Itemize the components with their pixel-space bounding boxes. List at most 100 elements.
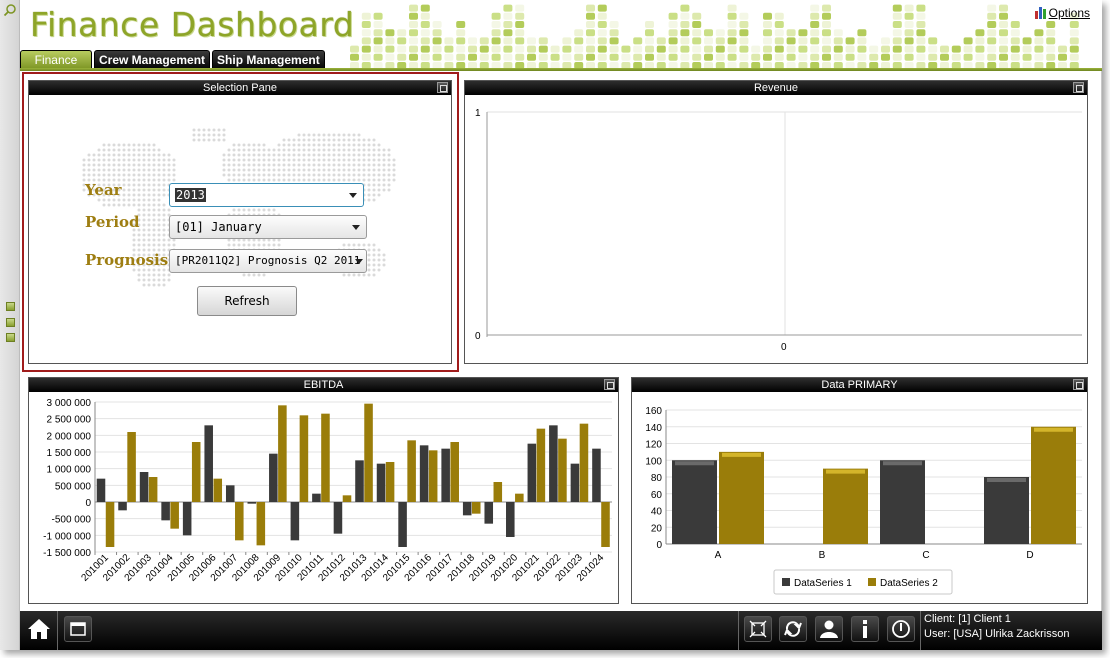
ebitda-bar (385, 462, 395, 502)
primary-bar-cap (987, 478, 1026, 482)
ebitda-bar (462, 502, 472, 516)
ebitda-bar (247, 502, 257, 504)
ebitda-title: EBITDA (303, 379, 344, 391)
ebitda-bar (549, 425, 558, 502)
ebitda-bar (161, 502, 170, 521)
ebitda-bar (527, 443, 537, 502)
ebitda-bar (398, 502, 407, 547)
rail-button-3[interactable] (6, 333, 15, 342)
legend-label: DataSeries 2 (880, 578, 938, 589)
x-tick-label: 0 (781, 342, 787, 353)
left-rail (0, 0, 20, 650)
data-primary-title: Data PRIMARY (821, 379, 898, 391)
ebitda-bar (536, 428, 546, 502)
maximize-icon[interactable] (1073, 379, 1084, 390)
primary-bar-cap (722, 452, 761, 457)
ebitda-bar (428, 450, 438, 502)
refresh-button[interactable]: Refresh (197, 286, 297, 316)
legend-swatch (782, 578, 790, 586)
y-tick-label: -1 000 000 (43, 531, 91, 542)
y-tick-label: 60 (651, 490, 663, 501)
tab-finance[interactable]: Finance (20, 50, 92, 69)
revenue-header: Revenue (465, 81, 1087, 95)
ebitda-bar (441, 448, 450, 502)
maximize-icon[interactable] (604, 379, 615, 390)
fit-screen-icon[interactable] (744, 616, 772, 642)
info-icon[interactable] (851, 616, 879, 642)
ebitda-bar (570, 463, 580, 502)
ebitda-bar (290, 502, 300, 541)
ebitda-bar (312, 493, 321, 502)
primary-bar-cap (675, 461, 714, 466)
y-tick-label: 80 (651, 473, 663, 484)
primary-bar (823, 468, 868, 544)
power-icon[interactable] (887, 616, 915, 642)
y-tick-label: 0 (656, 540, 662, 551)
app-window: Finance Dashboard Options Finance Crew M… (0, 0, 1102, 650)
rail-button-1[interactable] (6, 302, 15, 311)
prognosis-label: Prognosis (85, 251, 169, 269)
ebitda-bar (204, 425, 213, 502)
y-tick-label: 1 500 000 (47, 448, 92, 459)
header-dot-pattern (350, 4, 1079, 68)
primary-bar-cap (1034, 427, 1073, 432)
home-icon[interactable] (24, 614, 54, 644)
x-tick-label: B (819, 550, 826, 561)
x-tick-label: C (922, 550, 929, 561)
options-link[interactable]: Options (1034, 6, 1090, 20)
selection-pane-title: Selection Pane (203, 82, 277, 94)
y-tick-label: 1 000 000 (47, 465, 92, 476)
y-tick-label: -1 500 000 (43, 548, 91, 559)
ebitda-bar (278, 405, 287, 502)
y-tick-label: 0 (85, 498, 91, 509)
revenue-chart: 1 0 0 (475, 108, 1082, 353)
ebitda-bar (355, 460, 364, 502)
period-select[interactable]: [01] January (169, 215, 367, 239)
maximize-icon[interactable] (1073, 82, 1084, 93)
y-tick-label: 3 000 000 (47, 398, 92, 409)
period-label: Period (85, 213, 140, 231)
primary-bar (719, 451, 764, 544)
chart-icon (1034, 7, 1046, 19)
ebitda-bar (364, 403, 373, 502)
ebitda-bar (105, 502, 115, 547)
ebitda-bar (333, 502, 343, 534)
period-value: [01] January (175, 220, 262, 234)
ebitda-bar (127, 432, 136, 502)
ebitda-bar (601, 502, 610, 547)
y-tick-label: -500 000 (52, 515, 92, 526)
sync-icon[interactable] (779, 616, 807, 642)
options-label: Options (1048, 6, 1090, 20)
year-select[interactable]: 2013 (169, 183, 364, 207)
client-info: Client: [1] Client 1 (924, 613, 1011, 625)
ebitda-bar (213, 478, 223, 502)
user-icon[interactable] (815, 616, 843, 642)
ebitda-chart: 3 000 000 2 500 000 2 000 000 1 500 000 1 00… (43, 398, 612, 584)
primary-bar (672, 460, 717, 544)
session-info: Client: [1] Client 1 User: [USA] Ulrika … (924, 612, 1069, 642)
tab-crew-management[interactable]: Crew Management (94, 50, 211, 69)
prognosis-select[interactable]: [PR2011Q2] Prognosis Q2 2011 (169, 249, 367, 273)
maximize-icon[interactable] (437, 82, 448, 93)
ebitda-bar (515, 493, 524, 502)
y-tick-label: 1 (475, 108, 481, 119)
magnifier-icon[interactable] (3, 3, 17, 17)
ebitda-bar (407, 440, 416, 502)
y-tick-label: 40 (651, 507, 663, 518)
header: Finance Dashboard Options Finance Crew M… (20, 0, 1102, 71)
window-icon[interactable] (64, 616, 92, 642)
year-value: 2013 (175, 188, 206, 202)
chevron-down-icon (352, 225, 360, 230)
user-info: User: [USA] Ulrika Zackrisson (924, 628, 1070, 640)
selection-pane-header: Selection Pane (29, 81, 451, 95)
ebitda-bar (170, 502, 179, 529)
revenue-title: Revenue (753, 82, 799, 94)
y-tick-label: 160 (645, 406, 662, 417)
ebitda-bar (96, 478, 106, 502)
ebitda-bar (558, 438, 567, 502)
tab-ship-management[interactable]: Ship Management (212, 50, 325, 69)
rail-button-2[interactable] (6, 318, 15, 327)
prognosis-value: [PR2011Q2] Prognosis Q2 2011 (175, 254, 361, 267)
ebitda-bar (321, 413, 330, 502)
y-tick-label: 0 (475, 331, 481, 342)
